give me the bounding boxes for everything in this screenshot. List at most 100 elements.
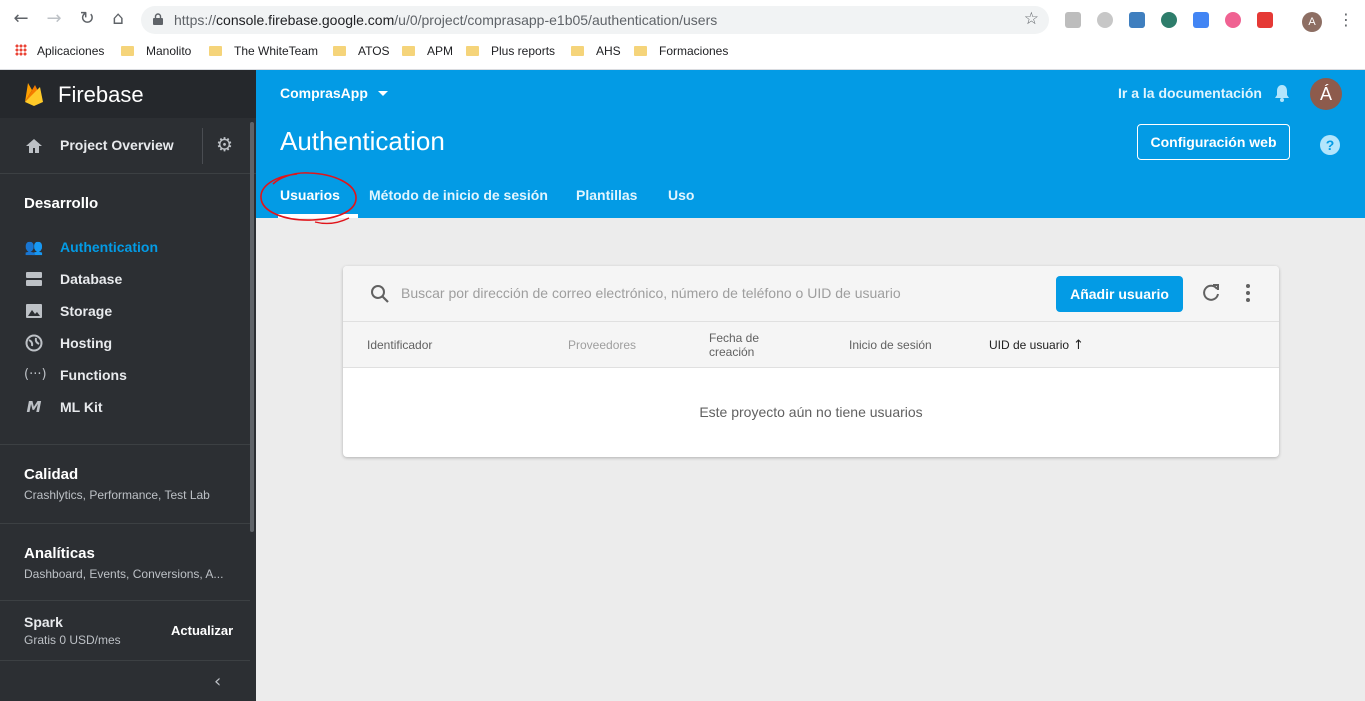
sidebar-brand[interactable]: Firebase: [0, 70, 256, 118]
sidebar-item-label: Database: [60, 271, 123, 287]
functions-icon: (···): [24, 367, 47, 382]
project-overview-row: Project Overview ⚙: [0, 118, 256, 174]
sidebar-scrollbar[interactable]: [250, 122, 254, 532]
ml-kit-icon: M: [26, 398, 42, 416]
column-header-providers: Proveedores: [568, 338, 637, 352]
reload-icon[interactable]: ↻: [75, 7, 99, 31]
user-search-input[interactable]: [401, 280, 1021, 306]
add-user-button[interactable]: Añadir usuario: [1056, 276, 1183, 312]
folder-icon: [209, 46, 222, 56]
empty-state-message: Este proyecto aún no tiene usuarios: [699, 404, 923, 420]
project-selector[interactable]: ComprasApp: [280, 85, 388, 101]
browser-profile-avatar[interactable]: A: [1302, 12, 1322, 32]
tab-sign-in-method[interactable]: Método de inicio de sesión: [369, 187, 548, 203]
section-title-quality[interactable]: Calidad: [24, 466, 78, 483]
extension-icon[interactable]: [1097, 12, 1113, 28]
section-title-develop: Desarrollo: [24, 195, 99, 212]
browser-chrome: ← → ↻ ⌂ https://console.firebase.google.…: [0, 0, 1365, 70]
project-overview-link[interactable]: Project Overview: [60, 137, 174, 153]
storage-icon: [26, 304, 42, 318]
sidebar-item-ml-kit[interactable]: M ML Kit: [0, 391, 250, 423]
divider: [0, 660, 250, 661]
folder-icon: [571, 46, 584, 56]
back-arrow-icon[interactable]: ←: [9, 7, 33, 31]
people-icon: 👥: [24, 238, 44, 256]
section-subtitle-analytics: Dashboard, Events, Conversions, A...: [24, 567, 224, 581]
column-header-identifier[interactable]: Identificador: [367, 338, 432, 352]
browser-menu-icon[interactable]: ⋮: [1338, 10, 1354, 29]
dropdown-caret-icon: [377, 91, 388, 96]
plan-name: Spark: [24, 614, 63, 630]
sidebar-item-authentication[interactable]: 👥 Authentication: [0, 231, 250, 263]
sidebar-item-label: Functions: [60, 367, 127, 383]
home-icon: [26, 139, 42, 153]
sidebar-item-database[interactable]: Database: [0, 263, 250, 295]
annotation-circle: [260, 172, 357, 225]
tab-templates[interactable]: Plantillas: [576, 187, 637, 203]
extension-icon[interactable]: [1129, 12, 1145, 28]
sidebar-item-label: Hosting: [60, 335, 113, 351]
column-header-user-uid[interactable]: UID de usuario ↑: [989, 338, 1084, 353]
bookmark-folder[interactable]: Formaciones: [634, 40, 728, 62]
folder-icon: [466, 46, 479, 56]
folder-icon: [121, 46, 134, 56]
sidebar-item-label: Authentication: [60, 239, 158, 255]
brand-title: Firebase: [58, 82, 144, 107]
sidebar: Firebase Project Overview ⚙ Desarrollo 👥…: [0, 70, 256, 701]
sidebar-item-hosting[interactable]: Hosting: [0, 327, 250, 359]
folder-icon: [402, 46, 415, 56]
extension-icon[interactable]: [1161, 12, 1177, 28]
settings-gear-icon[interactable]: ⚙: [216, 135, 236, 155]
sidebar-item-functions[interactable]: (···) Functions: [0, 359, 250, 391]
docs-link[interactable]: Ir a la documentación: [1118, 85, 1262, 101]
divider: [202, 128, 203, 164]
bookmark-folder[interactable]: The WhiteTeam: [209, 40, 318, 62]
extension-icon[interactable]: [1065, 12, 1081, 28]
forward-arrow-icon[interactable]: →: [42, 7, 66, 31]
column-header-signed-in[interactable]: Inicio de sesión: [849, 338, 932, 352]
users-toolbar: Añadir usuario: [343, 266, 1279, 322]
refresh-icon[interactable]: [1200, 282, 1222, 304]
bookmark-folder[interactable]: ATOS: [333, 40, 390, 62]
column-header-created[interactable]: Fecha de creación: [709, 331, 789, 359]
notifications-bell-icon[interactable]: [1272, 83, 1292, 103]
bookmark-folder[interactable]: Manolito: [121, 40, 191, 62]
section-title-analytics[interactable]: Analíticas: [24, 545, 95, 562]
user-avatar[interactable]: Á: [1310, 78, 1342, 110]
translate-extension-icon[interactable]: [1193, 12, 1209, 28]
bookmark-folder[interactable]: APM: [402, 40, 453, 62]
firebase-logo-icon: [25, 83, 43, 106]
collapse-sidebar-chevron-icon[interactable]: ‹: [214, 671, 221, 692]
upgrade-button[interactable]: Actualizar: [171, 623, 233, 638]
bookmarks-bar: Aplicaciones Manolito The WhiteTeam ATOS…: [0, 40, 1365, 62]
url-text: https://console.firebase.google.com/u/0/…: [174, 12, 718, 28]
tab-usage[interactable]: Uso: [668, 187, 694, 203]
web-config-button[interactable]: Configuración web: [1137, 124, 1290, 160]
lock-icon: [153, 13, 163, 25]
divider: [0, 444, 250, 445]
bookmark-star-icon[interactable]: ☆: [1024, 9, 1039, 29]
section-subtitle-quality: Crashlytics, Performance, Test Lab: [24, 488, 210, 502]
shield-extension-icon[interactable]: [1257, 12, 1273, 28]
table-header: Identificador Proveedores Fecha de creac…: [343, 322, 1279, 368]
folder-icon: [333, 46, 346, 56]
address-bar[interactable]: https://console.firebase.google.com/u/0/…: [141, 6, 1049, 34]
browser-toolbar: ← → ↻ ⌂ https://console.firebase.google.…: [0, 4, 1365, 34]
home-icon[interactable]: ⌂: [106, 7, 130, 31]
database-icon: [26, 272, 42, 286]
apps-grid-icon: [15, 44, 27, 56]
help-icon[interactable]: ?: [1320, 135, 1340, 155]
users-card: Añadir usuario Identificador Proveedores…: [343, 266, 1279, 457]
more-options-icon[interactable]: [1245, 282, 1251, 304]
bookmark-folder[interactable]: AHS: [571, 40, 621, 62]
sidebar-item-label: ML Kit: [60, 399, 103, 415]
sidebar-item-storage[interactable]: Storage: [0, 295, 250, 327]
divider: [0, 600, 250, 601]
extension-icon[interactable]: [1225, 12, 1241, 28]
plan-price: Gratis 0 USD/mes: [24, 633, 121, 647]
bookmark-folder[interactable]: Plus reports: [466, 40, 555, 62]
sidebar-item-label: Storage: [60, 303, 113, 319]
bookmark-apps[interactable]: Aplicaciones: [15, 40, 104, 62]
search-icon: [371, 285, 389, 303]
sort-ascending-arrow-icon: ↑: [1073, 338, 1084, 353]
